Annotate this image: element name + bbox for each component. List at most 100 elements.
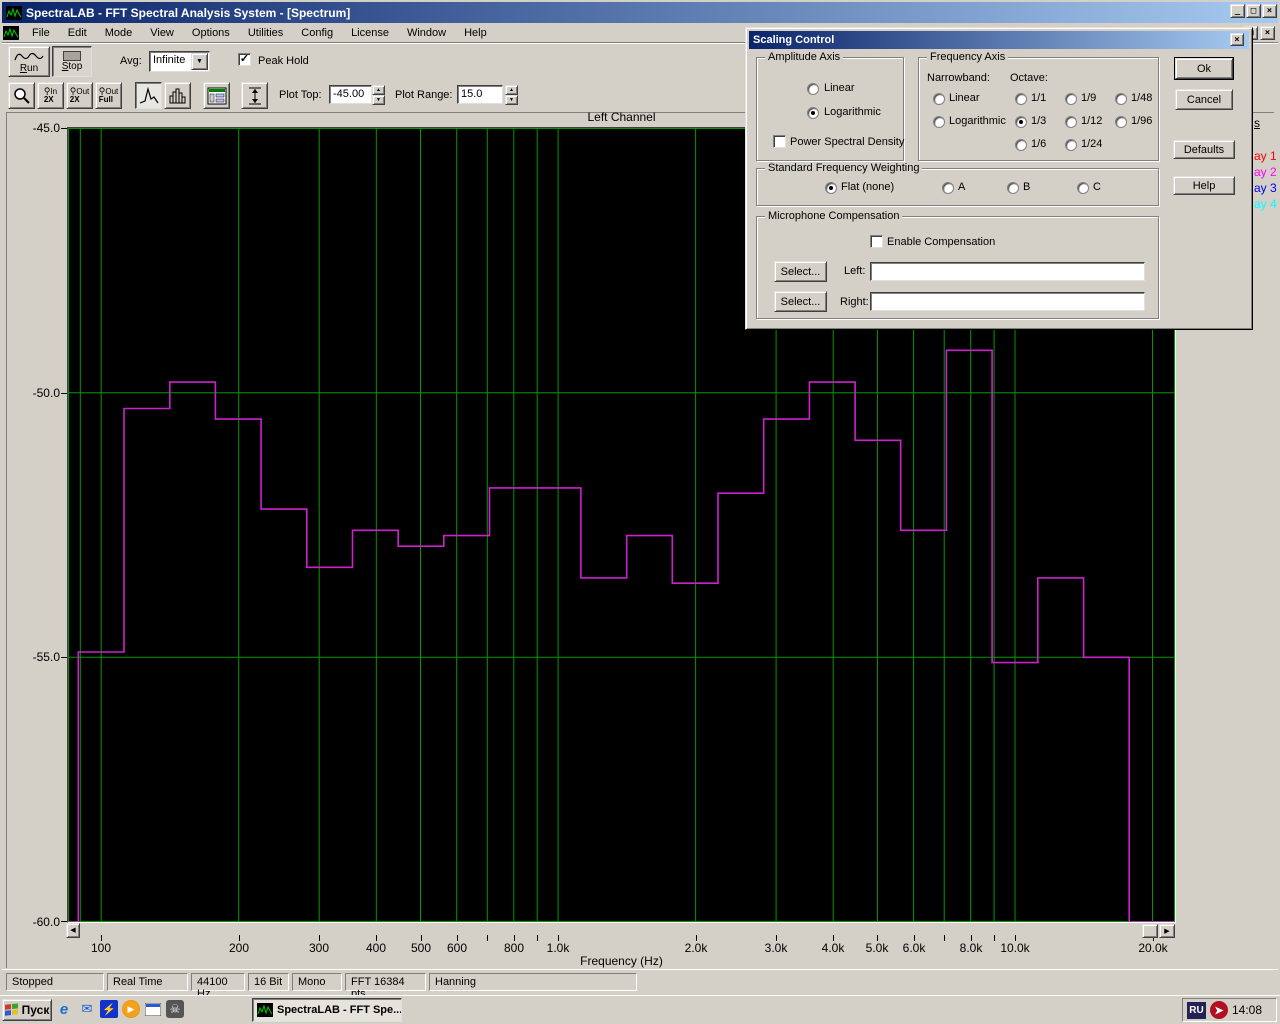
mail-icon[interactable]: ✉ — [78, 1000, 96, 1018]
defaults-button[interactable]: Defaults — [1173, 140, 1235, 159]
zoom-out-2x-button[interactable]: ⚲Out2X — [66, 82, 93, 109]
weighting-a-radio[interactable] — [942, 182, 954, 194]
overlay-legend-fragment: ay 1 — [1254, 149, 1277, 163]
enable-compensation-checkbox[interactable] — [870, 235, 883, 248]
octave-1-96-radio[interactable] — [1115, 116, 1127, 128]
weighting-c-radio[interactable] — [1077, 182, 1089, 194]
plot-top-spinner[interactable]: ▲▼ — [372, 85, 385, 104]
amplitude-logarithmic-label: Logarithmic — [824, 106, 881, 118]
scale-range-button[interactable] — [241, 82, 268, 109]
left-file-label: Left: — [844, 265, 865, 277]
line-display-button[interactable] — [135, 82, 162, 109]
narrowband-label: Narrowband: — [927, 72, 990, 84]
hscroll-thumb[interactable] — [1142, 924, 1158, 938]
select-right-button[interactable]: Select... — [774, 291, 827, 312]
zoom-out-full-button[interactable]: ⚲OutFull — [95, 82, 122, 109]
flash-app-icon[interactable]: ⚡ — [100, 1000, 118, 1018]
cancel-button[interactable]: Cancel — [1175, 89, 1233, 110]
menu-item-file[interactable]: File — [23, 24, 59, 41]
ok-button[interactable]: Ok — [1175, 58, 1233, 79]
menu-item-config[interactable]: Config — [292, 24, 342, 41]
menu-item-options[interactable]: Options — [183, 24, 239, 41]
magnifier-icon — [13, 87, 31, 105]
octave-1-24-radio[interactable] — [1065, 139, 1077, 151]
plot-range-input[interactable]: 15.0 — [457, 85, 503, 104]
octave-1-48-radio[interactable] — [1115, 93, 1127, 105]
zoom-in-2x-button[interactable]: ⚲In2X — [37, 82, 64, 109]
dialog-title: Scaling Control — [753, 34, 834, 46]
language-indicator[interactable]: RU — [1187, 1002, 1206, 1019]
menu-item-license[interactable]: License — [342, 24, 398, 41]
amplitude-axis-group: Amplitude Axis Linear Logarithmic Power … — [756, 57, 904, 161]
system-tray: RU ➤ 14:08 — [1182, 998, 1277, 1022]
peak-hold-checkbox[interactable]: ✓ — [238, 53, 251, 66]
weighting-flat-radio[interactable] — [825, 182, 837, 194]
mic-compensation-group: Microphone Compensation Enable Compensat… — [756, 216, 1159, 319]
hscroll-right-arrow[interactable]: ▶ — [1159, 924, 1175, 938]
menu-item-edit[interactable]: Edit — [59, 24, 96, 41]
help-button[interactable]: Help — [1173, 176, 1235, 195]
octave-1-9-radio[interactable] — [1065, 93, 1077, 105]
taskbar-task-spectralab[interactable]: SpectraLAB - FFT Spe... — [252, 998, 402, 1022]
menu-item-window[interactable]: Window — [398, 24, 455, 41]
x-axis-label: Frequency (Hz) — [68, 954, 1175, 968]
taskbar-clock[interactable]: 14:08 — [1232, 1003, 1262, 1017]
menu-item-help[interactable]: Help — [455, 24, 496, 41]
menu-item-mode[interactable]: Mode — [96, 24, 142, 41]
weighting-label: Standard Frequency Weighting — [765, 162, 922, 174]
task-app-icon — [257, 1003, 273, 1017]
window-titlebar[interactable]: SpectraLAB - FFT Spectral Analysis Syste… — [2, 2, 1278, 23]
stop-label: top — [68, 61, 82, 72]
octave-1-12-radio[interactable] — [1065, 116, 1077, 128]
spin-up-icon: ▲ — [505, 85, 518, 95]
start-label: Пуск — [22, 1003, 50, 1017]
octave-1-24-label: 1/24 — [1081, 138, 1102, 150]
x-tick-label: 3.0k — [748, 941, 804, 955]
plot-top-input[interactable]: -45.00 — [329, 85, 372, 104]
select-left-button[interactable]: Select... — [774, 261, 827, 282]
run-button[interactable]: Run — [8, 46, 50, 77]
octave-1-96-label: 1/96 — [1131, 115, 1152, 127]
right-file-input[interactable] — [870, 292, 1145, 311]
media-player-icon[interactable]: ▶ — [122, 1000, 140, 1018]
minimize-button[interactable]: _ — [1230, 4, 1245, 18]
bar-display-button[interactable] — [164, 82, 191, 109]
octave-1-3-radio[interactable] — [1015, 116, 1027, 128]
octave-1-1-radio[interactable] — [1015, 93, 1027, 105]
close-button[interactable]: × — [1262, 4, 1277, 18]
vertical-range-icon — [246, 86, 264, 106]
amplitude-logarithmic-radio[interactable] — [807, 107, 819, 119]
panel-icon — [207, 87, 227, 105]
window-title: SpectraLAB - FFT Spectral Analysis Syste… — [26, 6, 350, 20]
status-cell-0: Stopped — [6, 973, 104, 991]
right-file-label: Right: — [840, 296, 869, 308]
display-options-button[interactable] — [203, 82, 230, 109]
avg-combo-arrow-icon[interactable]: ▼ — [191, 53, 208, 70]
skull-app-icon[interactable]: ☠ — [166, 1000, 184, 1018]
narrowband-logarithmic-radio[interactable] — [933, 116, 945, 128]
hscroll-left-arrow[interactable]: ◀ — [66, 923, 80, 938]
menu-item-utilities[interactable]: Utilities — [239, 24, 292, 41]
start-button[interactable]: Пуск — [2, 999, 52, 1021]
zoom-button[interactable] — [8, 82, 35, 109]
octave-1-1-label: 1/1 — [1031, 92, 1046, 104]
menu-item-view[interactable]: View — [141, 24, 183, 41]
amplitude-linear-radio[interactable] — [807, 83, 819, 95]
maximize-button[interactable]: □ — [1246, 4, 1261, 18]
psd-checkbox[interactable] — [773, 135, 786, 148]
internet-explorer-icon[interactable]: e — [55, 1000, 73, 1018]
narrowband-linear-radio[interactable] — [933, 93, 945, 105]
dialog-close-button[interactable]: × — [1230, 33, 1244, 46]
desktop: SpectraLAB - FFT Spectral Analysis Syste… — [0, 0, 1280, 1024]
plot-range-spinner[interactable]: ▲▼ — [505, 85, 518, 104]
weighting-b-radio[interactable] — [1007, 182, 1019, 194]
dialog-titlebar[interactable]: Scaling Control — [749, 31, 1249, 49]
stop-button[interactable]: Stop — [52, 46, 92, 77]
octave-1-6-radio[interactable] — [1015, 139, 1027, 151]
narrowband-logarithmic-label: Logarithmic — [949, 115, 1006, 127]
mdi-system-icon[interactable] — [3, 26, 19, 40]
mdi-close-button[interactable]: × — [1260, 26, 1275, 40]
tray-app-icon[interactable]: ➤ — [1210, 1001, 1228, 1019]
show-desktop-icon[interactable] — [144, 1000, 162, 1018]
left-file-input[interactable] — [870, 262, 1145, 281]
